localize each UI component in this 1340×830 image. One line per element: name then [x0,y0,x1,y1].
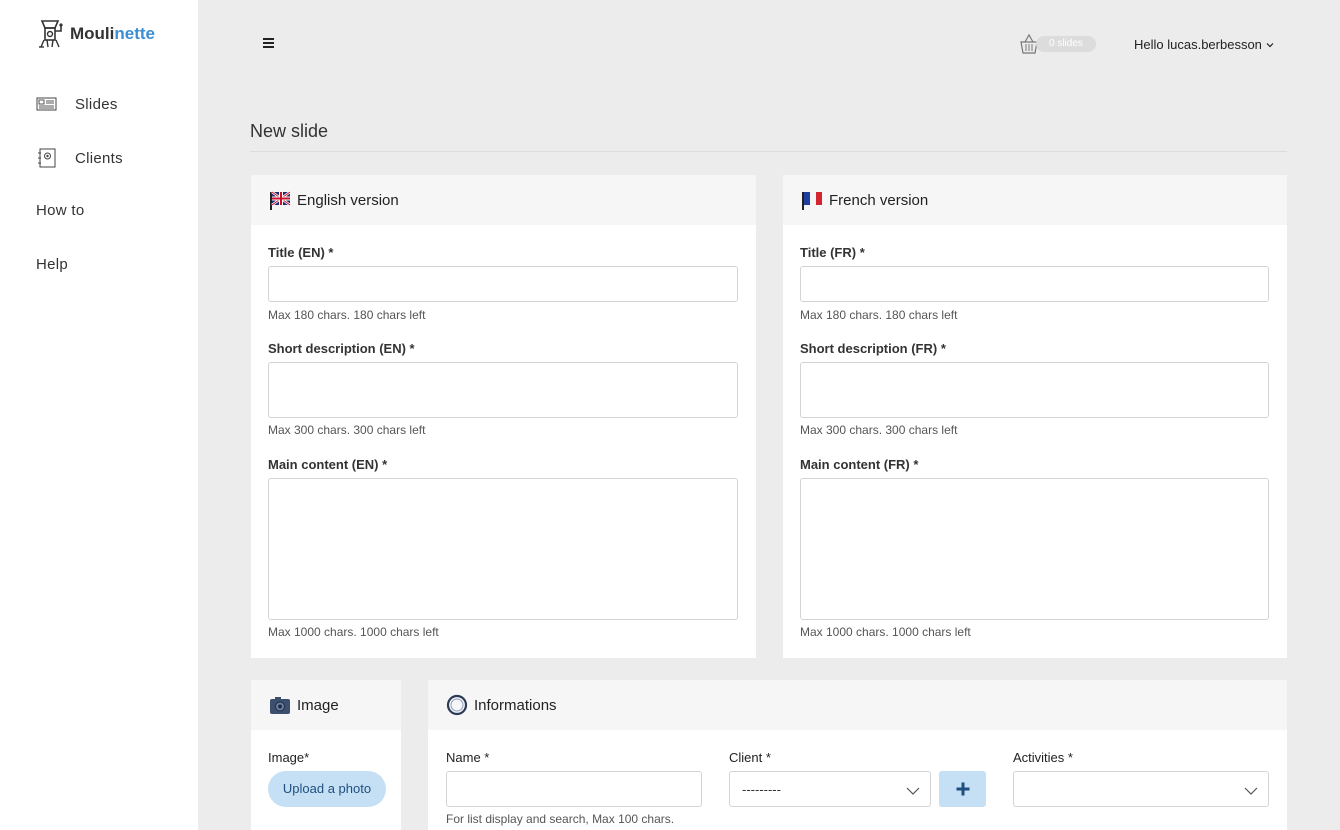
add-client-button[interactable] [939,771,986,807]
user-greeting: Hello lucas.berbesson [1134,37,1262,52]
sidebar-item-label: Slides [75,95,118,113]
card-title: Informations [474,696,557,714]
english-version-card: English version Title (EN) * Max 180 cha… [251,175,756,658]
sidebar-item-clients[interactable]: Clients [36,148,123,168]
card-title: Image [297,696,339,714]
title-en-label: Title (EN) * [268,245,334,260]
main-content-fr-label: Main content (FR) * [800,457,919,472]
card-title: English version [297,191,399,209]
sidebar-item-label: How to [36,202,85,219]
short-description-en-textarea[interactable] [268,362,738,418]
sidebar-item-help[interactable]: Help [36,256,68,273]
short-description-fr-textarea[interactable] [800,362,1269,418]
name-input[interactable] [446,771,702,807]
activities-select[interactable] [1013,771,1269,807]
sidebar-item-how-to[interactable]: How to [36,202,85,219]
card-header: Informations [428,680,1287,730]
card-header: Image [251,680,401,730]
page-title: New slide [250,121,329,141]
main-content-en-help: Max 1000 chars. 1000 chars left [268,625,439,639]
image-card: Image Image* Upload a photo [251,680,401,830]
cart-count-badge: 0 slides [1036,36,1096,52]
france-flag-icon [802,192,822,210]
card-title: French version [829,191,929,209]
chevron-down-icon [906,787,920,795]
informations-card: Informations Name * For list display and… [428,680,1287,830]
brand-name: Moulinette [70,24,156,43]
french-version-card: French version Title (FR) * Max 180 char… [783,175,1287,658]
client-label: Client * [729,750,771,765]
title-divider [250,151,1287,152]
cart-button[interactable]: 0 slides [1018,33,1096,55]
hamburger-icon[interactable] [262,36,276,50]
title-en-input[interactable] [268,266,738,302]
slides-icon [36,97,57,111]
short-description-fr-label: Short description (FR) * [800,341,946,356]
short-description-en-help: Max 300 chars. 300 chars left [268,423,426,437]
user-menu[interactable]: Hello lucas.berbesson [1134,37,1274,52]
title-en-help: Max 180 chars. 180 chars left [268,308,426,322]
chevron-down-icon [1244,787,1258,795]
title-fr-input[interactable] [800,266,1269,302]
title-fr-help: Max 180 chars. 180 chars left [800,308,958,322]
card-header: French version [783,175,1287,225]
brand-logo[interactable]: Moulinette [36,18,155,50]
short-description-en-label: Short description (EN) * [268,341,415,356]
sidebar-item-slides[interactable]: Slides [36,94,118,114]
chevron-down-icon [1266,42,1274,47]
uk-flag-icon [270,190,291,210]
info-ring-icon [446,694,468,716]
plus-icon [956,782,969,796]
main-content-en-textarea[interactable] [268,478,738,620]
activities-label: Activities * [1013,750,1073,765]
name-help: For list display and search, Max 100 cha… [446,812,675,826]
sidebar: Moulinette Slides Clients How to Help [0,0,198,830]
grinder-logo-icon [39,20,63,48]
main-content-en-label: Main content (EN) * [268,457,388,472]
card-header: English version [251,175,756,225]
name-label: Name * [446,750,490,765]
sidebar-item-label: Help [36,256,69,273]
image-label: Image* [268,750,310,765]
short-description-fr-help: Max 300 chars. 300 chars left [800,423,958,437]
client-select[interactable]: --------- [729,771,931,807]
client-selected-value: --------- [742,781,781,797]
title-fr-label: Title (FR) * [800,245,865,260]
clients-icon [38,148,56,168]
camera-icon [270,697,290,714]
main-content-fr-textarea[interactable] [800,478,1269,620]
main-content-fr-help: Max 1000 chars. 1000 chars left [800,625,971,639]
upload-photo-button[interactable]: Upload a photo [268,771,386,807]
sidebar-item-label: Clients [75,149,123,167]
